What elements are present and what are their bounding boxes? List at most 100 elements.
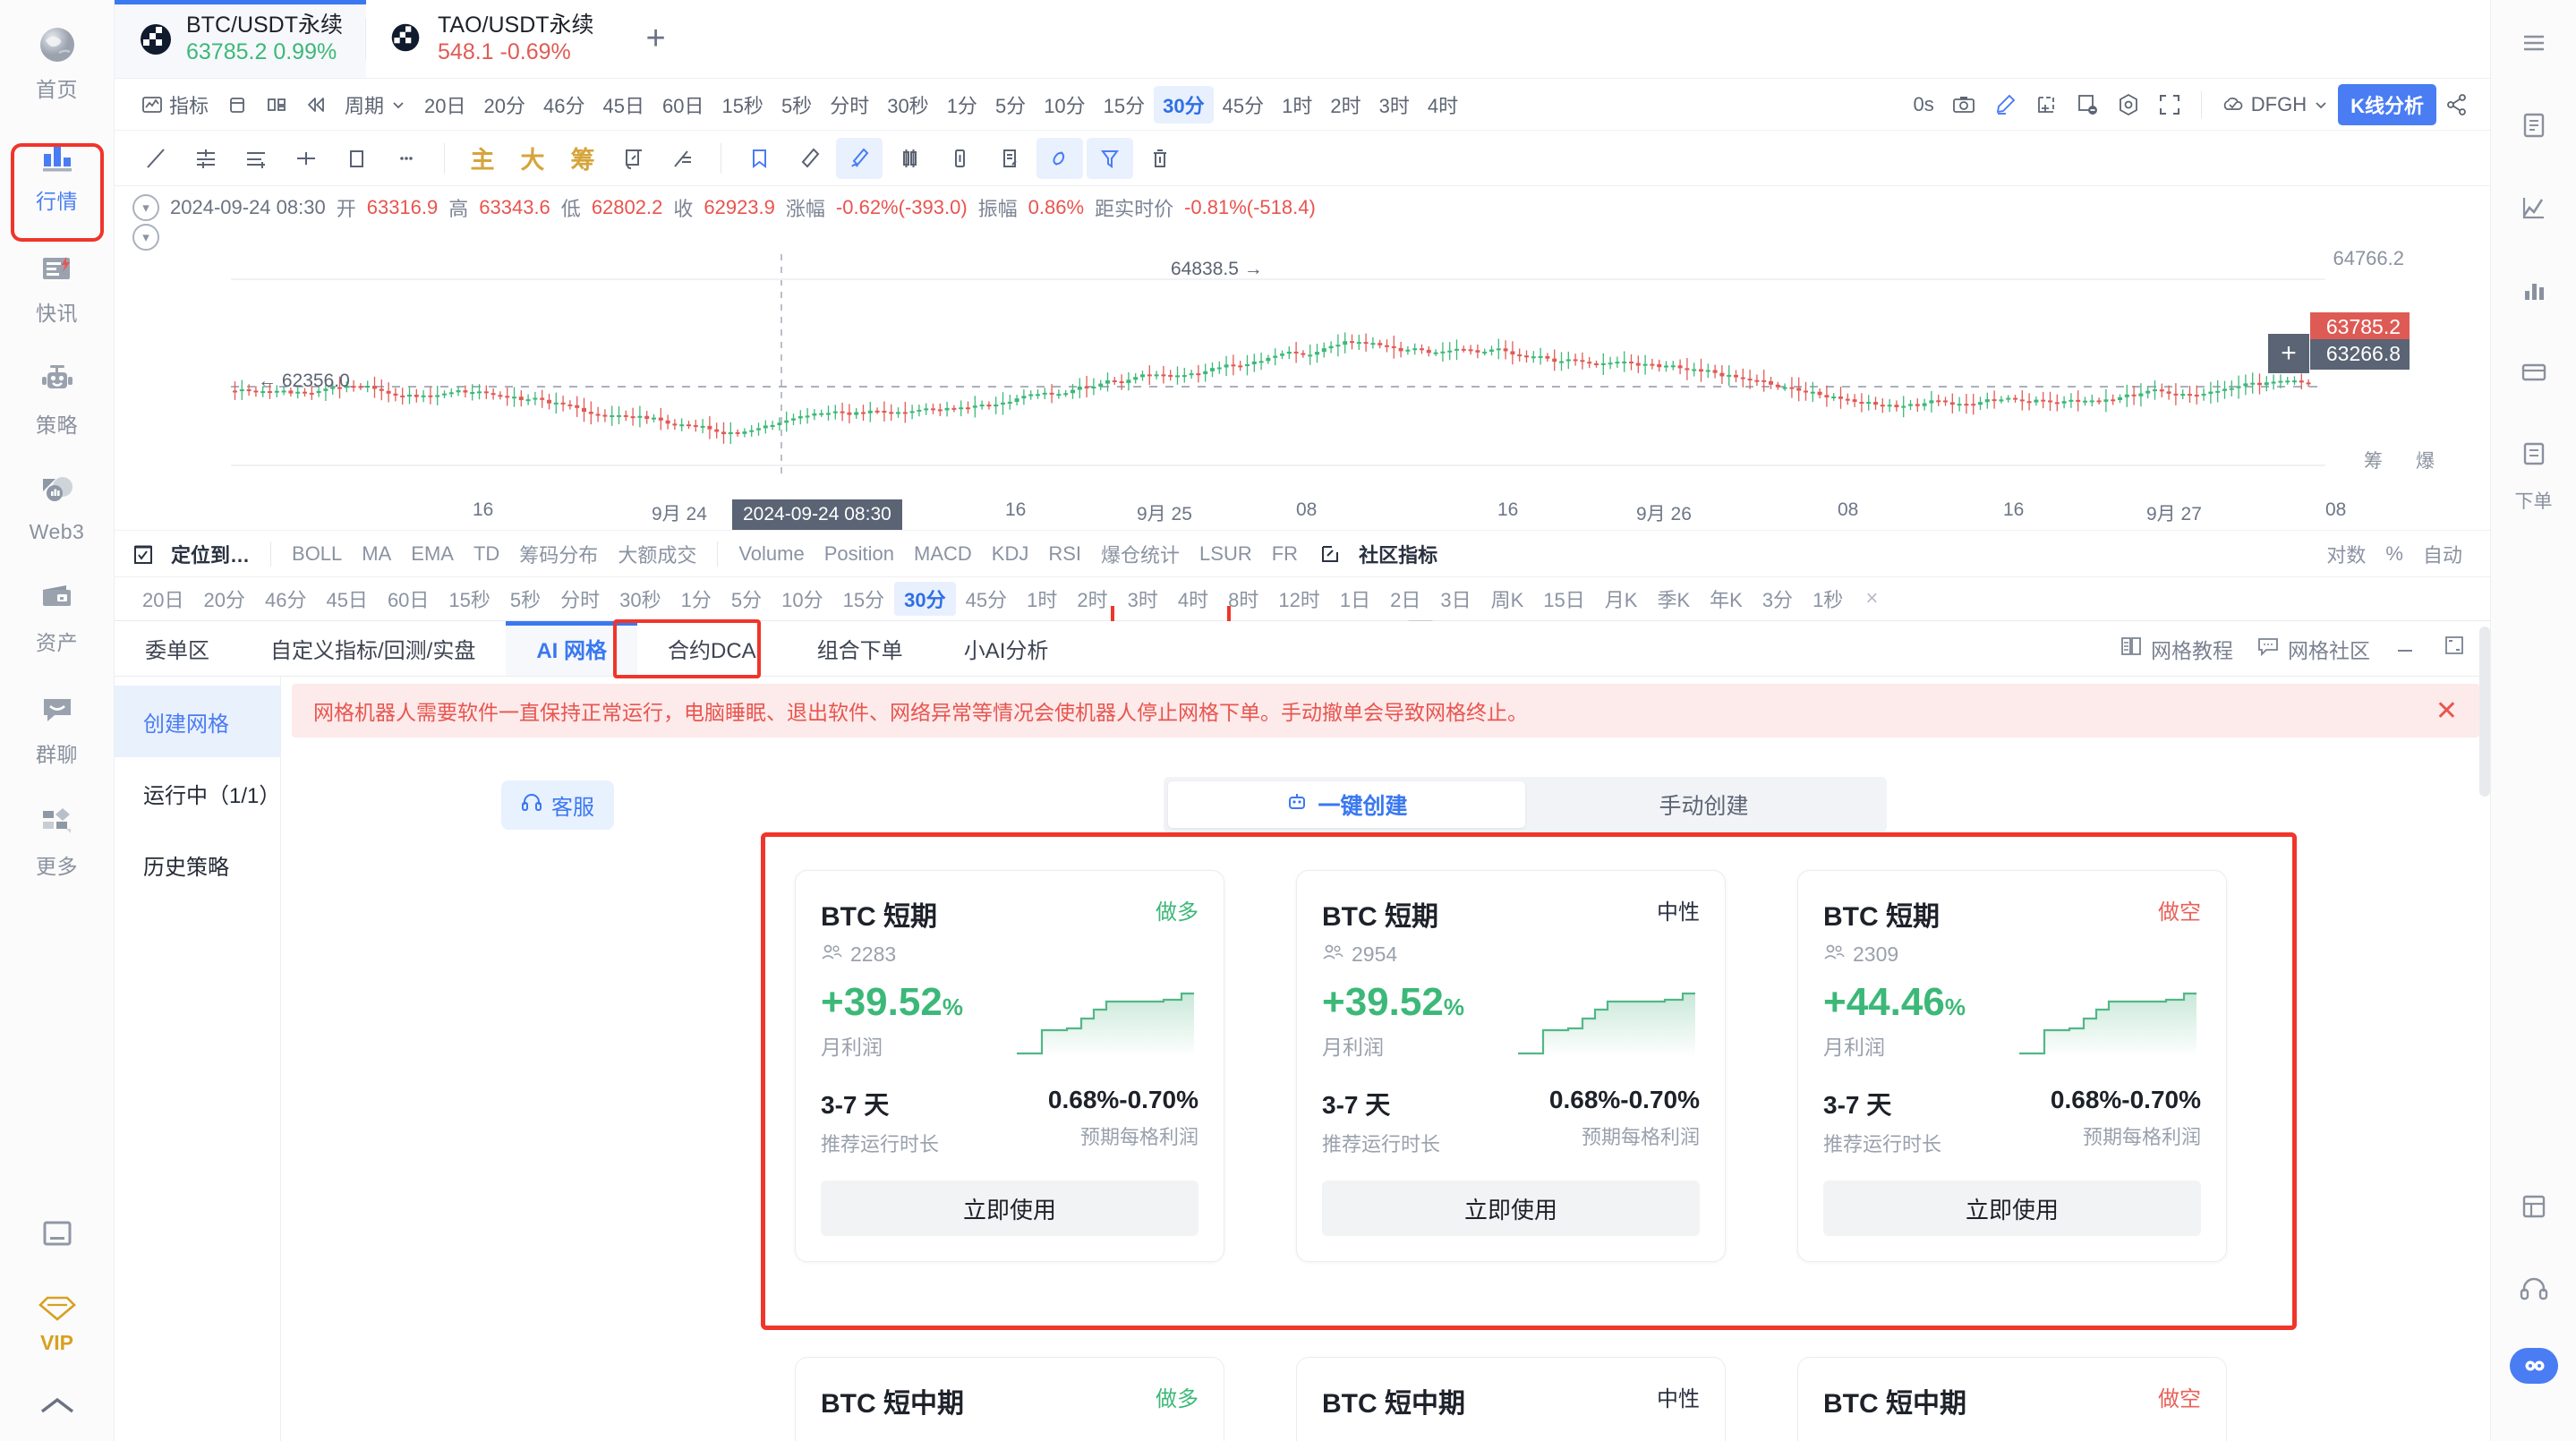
collapse-icon[interactable]: ▾	[132, 194, 159, 221]
period-quick-15[interactable]: 1时	[1017, 582, 1067, 616]
strategy-card[interactable]: BTC 短中期 做多	[795, 1357, 1224, 1441]
chart-line-icon[interactable]	[2511, 184, 2557, 231]
indicator-button[interactable]: 指标	[132, 86, 218, 124]
tab-mini-ai-analysis[interactable]: 小AI分析	[934, 621, 1079, 676]
period-quick-11[interactable]: 10分	[772, 582, 832, 616]
period-quick-23[interactable]: 3日	[1430, 582, 1480, 616]
toolbar-period-15[interactable]: 1时	[1273, 86, 1321, 124]
indicator-large-trades[interactable]: 大额成交	[608, 536, 706, 572]
use-now-button[interactable]: 立即使用	[1322, 1181, 1700, 1236]
toolbar-period-4[interactable]: 60日	[653, 86, 712, 124]
expand-panel-button[interactable]	[2442, 635, 2467, 663]
toolbar-period-13[interactable]: 30分	[1154, 85, 1214, 124]
add-symbol-tab-button[interactable]: +	[618, 0, 695, 78]
toolbar-period-3[interactable]: 45日	[593, 86, 653, 124]
card-icon[interactable]	[2511, 349, 2557, 396]
strategy-card[interactable]: BTC 短期 中性 2954 +39.52% 月利润 3-7 天 推荐运行时长 …	[1296, 870, 1726, 1262]
period-quick-20[interactable]: 12时	[1268, 582, 1329, 616]
sidebar-item-vip[interactable]: VIP	[11, 1276, 104, 1364]
period-dropdown[interactable]: 周期	[336, 86, 415, 124]
crosshair-icon[interactable]	[283, 138, 329, 179]
strategy-card[interactable]: BTC 短期 做多 2283 +39.52% 月利润 3-7 天 推荐运行时长 …	[795, 870, 1224, 1262]
layout-button[interactable]	[218, 90, 257, 120]
period-quick-7[interactable]: 分时	[550, 582, 610, 616]
toolbar-period-9[interactable]: 1分	[938, 86, 986, 124]
period-quick-25[interactable]: 15日	[1533, 582, 1594, 616]
split-view-button[interactable]	[257, 90, 296, 120]
toolbar-period-12[interactable]: 15分	[1095, 86, 1154, 124]
tab-order-area[interactable]: 委单区	[115, 621, 240, 676]
large-tool-text[interactable]: 大	[509, 138, 556, 179]
indicator-chip-distribution[interactable]: 筹码分布	[509, 536, 608, 572]
minimize-panel-button[interactable]	[2393, 635, 2418, 662]
indicator-ema[interactable]: EMA	[401, 539, 464, 569]
share-button[interactable]	[2436, 89, 2478, 121]
main-tool-text[interactable]: 主	[459, 138, 506, 179]
locate-icon[interactable]	[132, 542, 154, 566]
alert-button[interactable]	[2067, 89, 2108, 121]
scale-percent-button[interactable]: %	[2376, 539, 2413, 569]
measure-icon[interactable]	[610, 138, 656, 179]
symbol-tab-tao[interactable]: TAO/USDT永续 548.1 -0.69%	[366, 0, 618, 78]
period-quick-26[interactable]: 月K	[1595, 582, 1648, 616]
side-item-running[interactable]: 运行中（1/1）	[115, 757, 280, 829]
period-quick-14[interactable]: 45分	[956, 582, 1017, 616]
pattern-icon[interactable]	[886, 138, 933, 179]
indicator-rsi[interactable]: RSI	[1038, 539, 1091, 569]
trash-icon[interactable]	[1137, 138, 1183, 179]
indicator-ma[interactable]: MA	[352, 539, 401, 569]
indicator-liquidation-stats[interactable]: 爆仓统计	[1091, 536, 1190, 572]
period-quick-17[interactable]: 3时	[1118, 582, 1168, 616]
period-quick-5[interactable]: 15秒	[439, 582, 499, 616]
text-note-icon[interactable]	[986, 138, 1033, 179]
chips-tool-text[interactable]: 筹	[559, 138, 606, 179]
grid-community-button[interactable]: 网格社区	[2256, 634, 2370, 664]
rectangle-icon[interactable]	[333, 138, 380, 179]
toolbar-period-17[interactable]: 3时	[1370, 86, 1419, 124]
toolbar-period-2[interactable]: 46分	[534, 86, 593, 124]
sidebar-item-more[interactable]: 更多	[11, 789, 104, 889]
candlestick-chart[interactable]: 64838.5 → ← 62356.0 64766.2 62565.1 筹 爆	[115, 247, 2490, 494]
magnet-icon[interactable]	[836, 137, 883, 179]
draw-button[interactable]	[1984, 89, 2026, 121]
period-quick-0[interactable]: 20日	[132, 582, 193, 616]
toolbar-period-14[interactable]: 45分	[1214, 86, 1273, 124]
grid-tutorial-button[interactable]: 网格教程	[2120, 634, 2233, 664]
period-quick-4[interactable]: 60日	[378, 582, 439, 616]
arrow-swap-icon[interactable]	[660, 138, 706, 179]
lock-icon[interactable]	[1036, 137, 1083, 179]
indicator-boll[interactable]: BOLL	[282, 539, 352, 569]
sidebar-item-groupchat[interactable]: 群聊	[11, 678, 104, 777]
sidebar-item-assets[interactable]: 资产	[11, 566, 104, 665]
tab-custom-indicator[interactable]: 自定义指标/回测/实盘	[240, 621, 506, 676]
use-now-button[interactable]: 立即使用	[1823, 1181, 2201, 1236]
period-quick-6[interactable]: 5秒	[500, 582, 550, 616]
note-icon[interactable]	[936, 138, 983, 179]
sidebar-item-web3[interactable]: Web3	[11, 460, 104, 553]
toolbar-period-16[interactable]: 2时	[1321, 86, 1369, 124]
symbol-tab-btc[interactable]: BTC/USDT永续 63785.2 0.99%	[115, 0, 367, 78]
period-quick-10[interactable]: 5分	[721, 582, 772, 616]
side-item-history[interactable]: 历史策略	[115, 829, 280, 900]
sidebar-item-house[interactable]	[11, 1377, 104, 1439]
order-icon[interactable]	[2511, 431, 2557, 478]
chart-bars-icon[interactable]	[2511, 267, 2557, 313]
filter-icon[interactable]	[1087, 137, 1133, 179]
screenshot-button[interactable]	[1943, 89, 1984, 121]
indicator-fr[interactable]: FR	[1262, 539, 1308, 569]
period-quick-29[interactable]: 3分	[1753, 582, 1803, 616]
strategy-card[interactable]: BTC 短期 做空 2309 +44.46% 月利润 3-7 天 推荐运行时长 …	[1797, 870, 2227, 1262]
sidebar-item-news[interactable]: 快讯	[11, 236, 104, 336]
add-panel-button[interactable]	[2026, 89, 2067, 121]
period-quick-1[interactable]: 20分	[193, 582, 254, 616]
fib-retracement-icon[interactable]	[233, 138, 279, 179]
flag-icon[interactable]	[736, 138, 782, 179]
headset-icon[interactable]	[2511, 1266, 2557, 1312]
toolbar-period-5[interactable]: 15秒	[712, 86, 772, 124]
sidebar-item-home[interactable]: 首页	[11, 13, 104, 112]
sidebar-item-strategy[interactable]: 策略	[11, 348, 104, 448]
toolbar-period-11[interactable]: 10分	[1035, 86, 1094, 124]
toolbar-period-7[interactable]: 分时	[821, 86, 878, 124]
indicator-lsur[interactable]: LSUR	[1190, 539, 1262, 569]
community-indicators-button[interactable]: 社区指标	[1349, 536, 1447, 572]
